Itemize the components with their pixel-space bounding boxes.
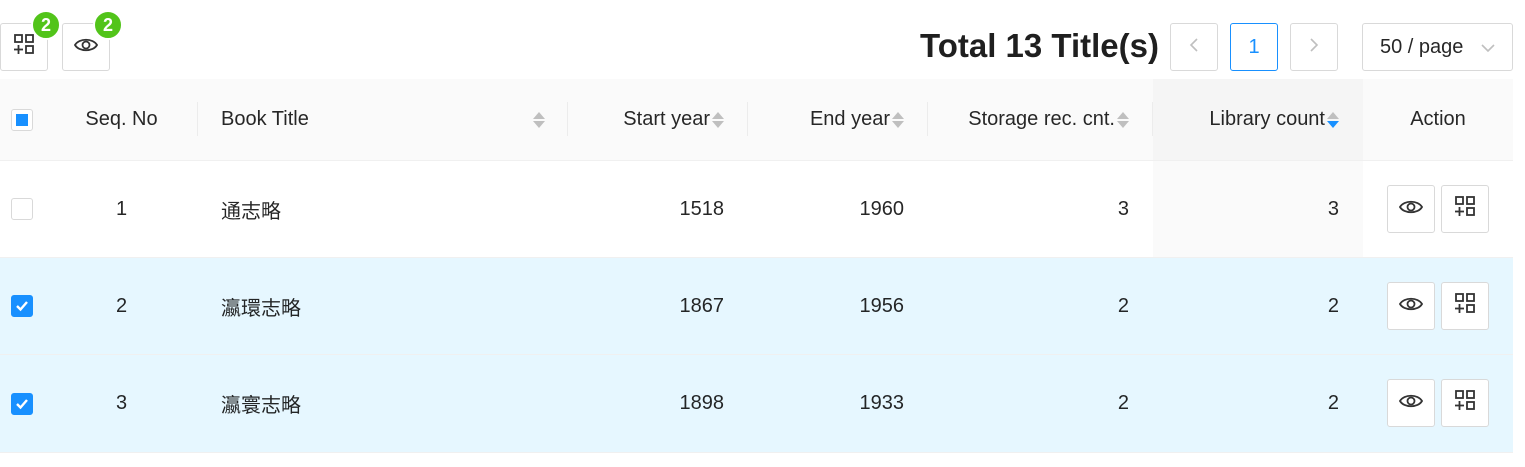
next-page-button[interactable] (1290, 23, 1338, 71)
row-checkbox[interactable] (11, 355, 33, 452)
table-row: 3 瀛寰志略 1898 1933 2 2 (0, 355, 1513, 453)
cell-end-year: 1956 (859, 294, 905, 317)
page-1-button[interactable]: 1 (1230, 23, 1278, 71)
view-selected-button[interactable]: 2 (62, 10, 123, 71)
eye-icon (73, 36, 99, 59)
col-header-end[interactable]: End year (747, 79, 904, 160)
cell-storage-count: 3 (1117, 197, 1129, 220)
chevron-right-icon (1309, 36, 1319, 59)
view-count-badge: 2 (93, 10, 123, 40)
chevron-left-icon (1189, 36, 1199, 59)
cell-start-year: 1898 (679, 392, 725, 414)
cell-seq: 3 (115, 392, 128, 414)
col-header-end-label: End year (809, 108, 890, 130)
view-button[interactable] (1387, 282, 1435, 330)
cell-end-year: 1960 (859, 197, 905, 220)
cell-title: 瀛寰志略 (221, 395, 301, 417)
cell-title: 通志略 (221, 200, 281, 223)
cell-seq: 2 (115, 294, 128, 317)
compare-button[interactable]: 2 (0, 10, 61, 71)
col-header-action: Action (1410, 108, 1466, 130)
cell-storage-count: 2 (1117, 294, 1129, 317)
col-header-storage-label: Storage rec. cnt. (968, 108, 1115, 130)
col-header-seq: Seq. No (85, 108, 158, 130)
cell-end-year: 1933 (859, 392, 905, 414)
compare-count-badge: 2 (31, 10, 61, 40)
cell-library-count: 2 (1327, 392, 1339, 414)
grid-add-icon (1454, 195, 1476, 223)
grid-add-icon (1454, 292, 1476, 320)
col-header-title-label: Book Title (221, 108, 309, 130)
eye-icon (1398, 392, 1424, 415)
total-count: Total 13 Title(s) (920, 27, 1159, 64)
view-button[interactable] (1387, 185, 1435, 233)
eye-icon (1398, 295, 1424, 318)
sort-icon (1117, 111, 1129, 128)
table-header: Seq. No Book Title Start year End year S… (0, 79, 1513, 161)
prev-page-button[interactable] (1170, 23, 1218, 71)
select-all-checkbox[interactable] (11, 79, 33, 160)
grid-add-icon (13, 33, 35, 61)
add-compare-button[interactable] (1441, 185, 1489, 233)
col-header-start-label: Start year (623, 108, 710, 130)
chevron-down-icon (1480, 39, 1496, 62)
sort-icon (712, 111, 724, 128)
col-header-library[interactable]: Library count (1153, 79, 1339, 160)
col-header-start[interactable]: Start year (567, 79, 724, 160)
sort-icon (533, 111, 545, 128)
cell-start-year: 1518 (679, 197, 725, 220)
cell-library-count: 2 (1327, 294, 1339, 317)
sort-icon (892, 111, 904, 128)
table-row: 1 通志略 1518 1960 3 3 (0, 161, 1513, 258)
row-checkbox[interactable] (11, 161, 33, 257)
cell-library-count: 3 (1327, 197, 1339, 220)
cell-title: 瀛環志略 (221, 297, 301, 320)
grid-add-icon (1454, 389, 1476, 417)
sort-desc-icon (1327, 111, 1339, 128)
eye-icon (1398, 198, 1424, 221)
add-compare-button[interactable] (1441, 379, 1489, 427)
cell-seq: 1 (115, 197, 128, 220)
row-checkbox[interactable] (11, 258, 33, 354)
page-size-value: 50 / page (1380, 35, 1464, 58)
view-button[interactable] (1387, 379, 1435, 427)
cell-start-year: 1867 (679, 294, 725, 317)
page-size-select[interactable]: 50 / page (1362, 23, 1513, 71)
table-row: 2 瀛環志略 1867 1956 2 2 (0, 258, 1513, 355)
col-header-title[interactable]: Book Title (221, 79, 551, 160)
col-header-library-label: Library count (1209, 108, 1325, 130)
cell-storage-count: 2 (1117, 392, 1129, 414)
add-compare-button[interactable] (1441, 282, 1489, 330)
col-header-storage[interactable]: Storage rec. cnt. (927, 79, 1129, 160)
